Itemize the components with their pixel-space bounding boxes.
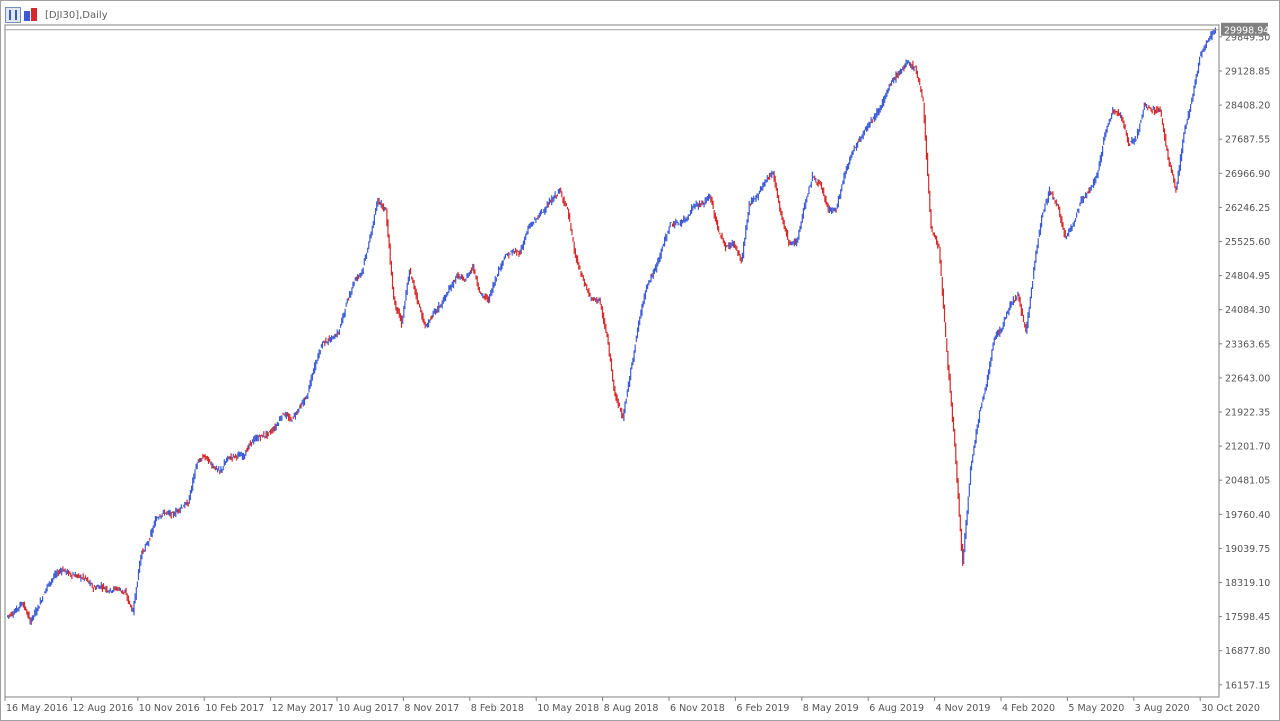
price-tick-label: 21922.35: [1225, 407, 1270, 418]
time-tick-label: 6 Aug 2019: [869, 703, 924, 714]
time-tick-label: 6 Nov 2018: [670, 703, 725, 714]
time-tick-label: 10 Feb 2017: [205, 703, 264, 714]
price-tick-label: 21201.70: [1225, 442, 1270, 453]
time-tick-label: 4 Feb 2020: [1002, 703, 1055, 714]
price-tick-label: 24804.95: [1225, 271, 1270, 282]
price-tick-label: 17598.45: [1225, 612, 1270, 623]
time-tick-label: 8 Nov 2017: [404, 703, 459, 714]
chart-window: [DJI30],Daily 29849.50 29128.85 28408.20 27…: [0, 0, 1280, 721]
price-tick-label: 19039.75: [1225, 544, 1270, 555]
time-tick-label: 10 Aug 2017: [338, 703, 399, 714]
time-tick-label: 12 May 2017: [272, 703, 334, 714]
time-tick-label: 8 May 2019: [803, 703, 859, 714]
time-tick-label: 10 May 2018: [537, 703, 599, 714]
price-tick-label: 18319.10: [1225, 578, 1270, 589]
time-tick-label: 6 Feb 2019: [736, 703, 789, 714]
price-tick-label: 16877.80: [1225, 646, 1270, 657]
price-tick-label: 26966.90: [1225, 169, 1270, 180]
time-tick-label: 8 Aug 2018: [604, 703, 659, 714]
price-tick-label: 28408.20: [1225, 101, 1270, 112]
price-tick-label: 16157.15: [1225, 680, 1270, 691]
price-tick-label: 24084.30: [1225, 305, 1270, 316]
time-tick-label: 12 Aug 2016: [72, 703, 133, 714]
price-tick-label: 19760.40: [1225, 510, 1270, 521]
time-tick-label: 5 May 2020: [1068, 703, 1124, 714]
time-tick-label: 4 Nov 2019: [936, 703, 991, 714]
price-tick-label: 27687.55: [1225, 135, 1270, 146]
price-tick-label: 23363.65: [1225, 339, 1270, 350]
price-tick-label: 25525.60: [1225, 237, 1270, 248]
time-tick-label: 10 Nov 2016: [139, 703, 200, 714]
price-tick-label: 29128.85: [1225, 66, 1270, 77]
time-tick-label: 3 Aug 2020: [1135, 703, 1190, 714]
last-price-label: 29998.94: [1224, 25, 1269, 36]
time-tick-label: 16 May 2016: [6, 703, 68, 714]
time-tick-label: 30 Oct 2020: [1201, 703, 1260, 714]
price-tick-label: 20481.05: [1225, 476, 1270, 487]
time-tick-label: 8 Feb 2018: [471, 703, 524, 714]
price-tick-label: 26246.25: [1225, 203, 1270, 214]
chart-plot[interactable]: 29849.5029128.8528408.2027687.5526966.90…: [1, 1, 1279, 720]
price-tick-label: 22643.00: [1225, 373, 1270, 384]
